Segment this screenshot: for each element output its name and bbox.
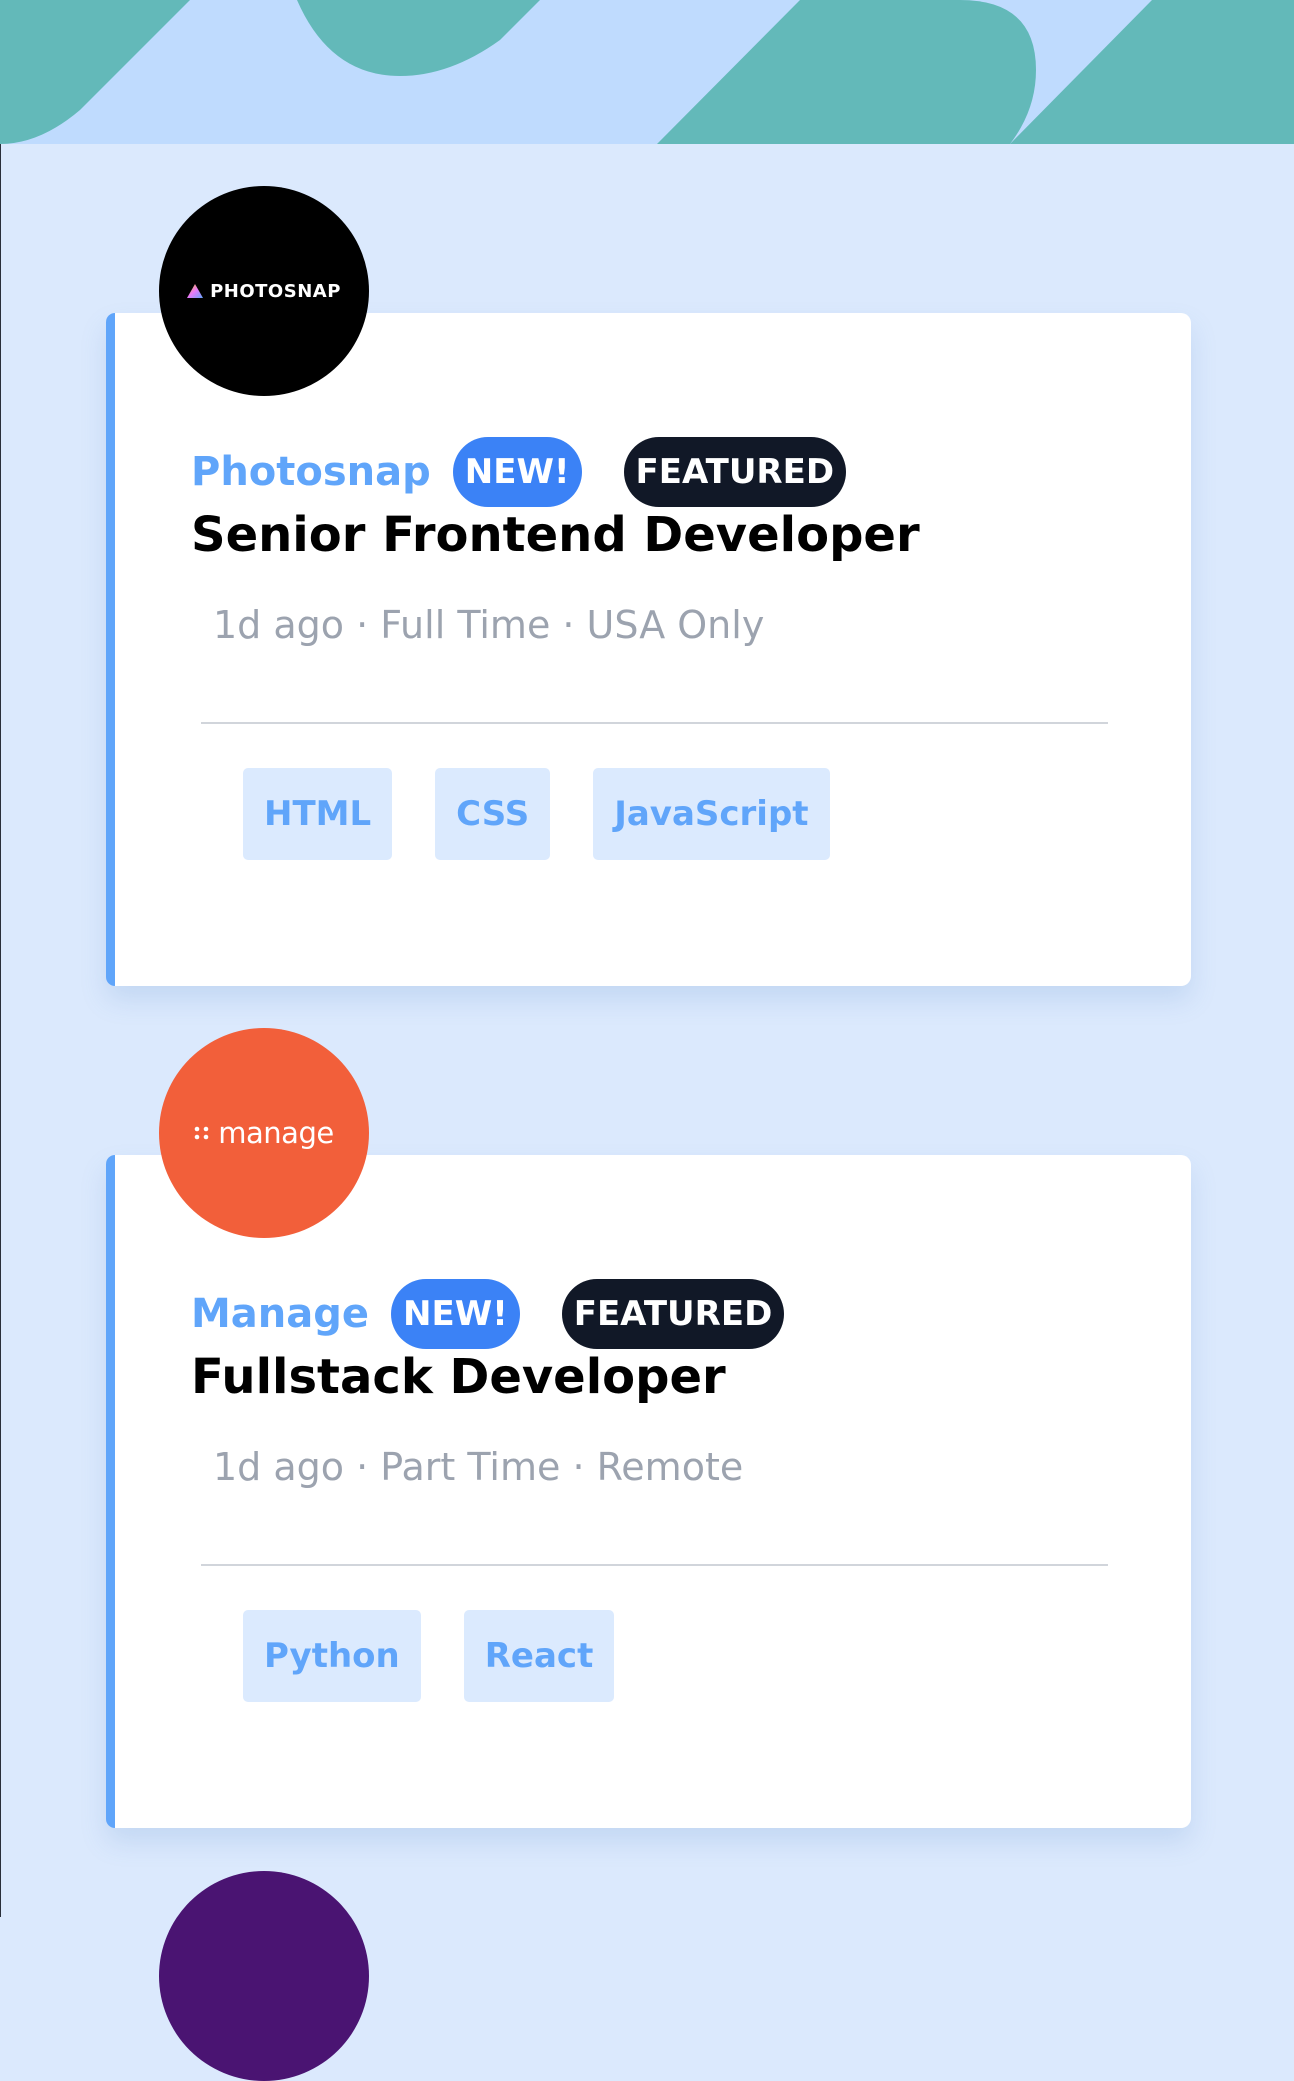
page-left-border — [0, 0, 1, 1917]
job-card[interactable]: PHOTOSNAP Photosnap NEW! FEATURED Senior… — [106, 186, 1191, 986]
logo-wordmark: PHOTOSNAP — [210, 280, 341, 302]
manage-dots-icon — [194, 1125, 210, 1141]
featured-badge: FEATURED — [561, 1279, 785, 1349]
featured-accent-bar — [106, 1155, 115, 1828]
company-name: Manage — [191, 1291, 370, 1337]
tag-button[interactable]: Python — [243, 1610, 421, 1702]
featured-badge: FEATURED — [623, 437, 847, 507]
tag-button[interactable]: CSS — [435, 768, 551, 860]
job-meta: 1d ago · Full Time · USA Only — [213, 603, 765, 647]
manage-logo: manage — [194, 1116, 334, 1150]
card-header-row: Manage NEW! FEATURED — [191, 1279, 785, 1349]
tag-list: HTML CSS JavaScript — [243, 768, 873, 860]
card-divider — [201, 1564, 1108, 1566]
header-banner — [0, 0, 1294, 144]
tag-button[interactable]: HTML — [243, 768, 393, 860]
logo-wordmark: manage — [218, 1116, 334, 1150]
tag-button[interactable]: React — [463, 1610, 615, 1702]
company-logo: PHOTOSNAP — [159, 186, 369, 396]
job-card[interactable]: manage Manage NEW! FEATURED Fullstack De… — [106, 1028, 1191, 1828]
company-logo: manage — [159, 1028, 369, 1238]
header-pattern — [0, 0, 1294, 144]
featured-accent-bar — [106, 313, 115, 986]
next-company-logo — [159, 1871, 369, 2081]
job-title[interactable]: Senior Frontend Developer — [191, 507, 920, 563]
job-meta: 1d ago · Part Time · Remote — [213, 1445, 744, 1489]
photosnap-triangle-icon — [187, 284, 204, 298]
tag-button[interactable]: JavaScript — [593, 768, 830, 860]
card-divider — [201, 722, 1108, 724]
job-title[interactable]: Fullstack Developer — [191, 1349, 726, 1405]
photosnap-logo: PHOTOSNAP — [187, 281, 341, 302]
new-badge: NEW! — [391, 1279, 520, 1349]
card-header-row: Photosnap NEW! FEATURED — [191, 437, 847, 507]
new-badge: NEW! — [452, 437, 582, 507]
tag-list: Python React — [243, 1610, 657, 1702]
company-name: Photosnap — [191, 449, 431, 495]
